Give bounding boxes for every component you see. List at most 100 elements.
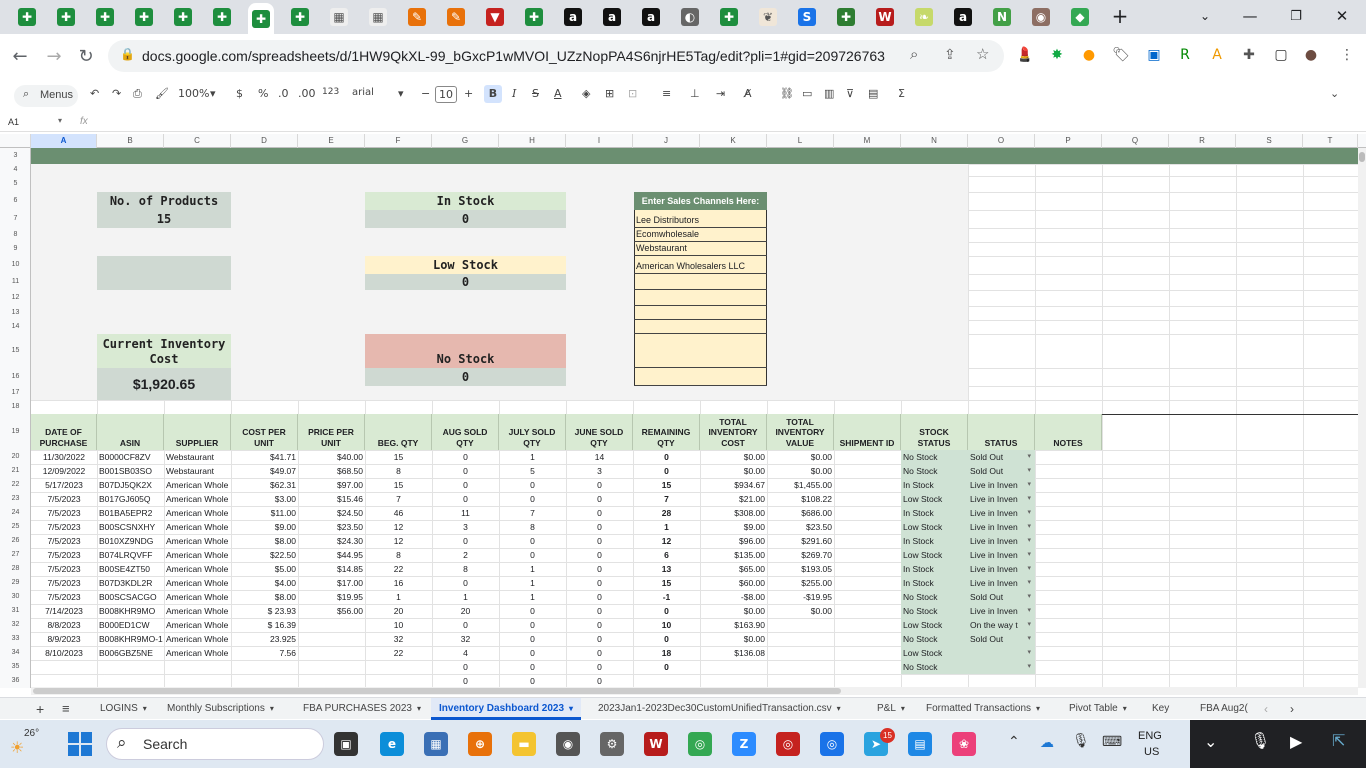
chrome-profile-icon[interactable]: ◎ [776,732,800,756]
column-header[interactable]: T [1303,134,1358,148]
zoom-select[interactable]: 100% [178,87,209,100]
sheet-tab[interactable]: FBA PURCHASES 2023 ▾ [303,698,421,720]
browser-tab[interactable]: ✚ [209,5,235,29]
row-header[interactable]: 13 [0,306,31,320]
status-dropdown[interactable]: Live in Inven [968,562,1035,576]
menus-search[interactable]: ⌕ Menus [14,85,78,107]
channel-entry[interactable] [634,368,767,386]
status-dropdown[interactable]: Live in Inven [968,492,1035,506]
task-view-icon[interactable]: ▣ [334,732,358,756]
row-header[interactable]: 12 [0,290,31,306]
status-dropdown[interactable]: Live in Inven [968,576,1035,590]
column-header[interactable]: S [1236,134,1303,148]
row-header[interactable]: 17 [0,386,31,400]
column-header[interactable]: D [231,134,298,148]
back-icon[interactable]: ← [8,44,32,68]
decrease-decimal[interactable]: .0 [278,87,289,100]
table-cell[interactable] [968,674,1035,688]
chevron-down-icon[interactable]: ▾ [58,116,62,125]
puzzle-icon[interactable]: ✚ [1240,46,1258,64]
sheet-grid[interactable]: No. of Products 15 Current Inventory Cost $1… [31,148,1358,688]
scroll-left-icon[interactable]: ‹ [1264,698,1268,720]
comment-icon[interactable]: ▭ [802,87,812,100]
row-header[interactable]: 8 [0,228,31,242]
status-dropdown[interactable]: Sold Out [968,464,1035,478]
rs-icon[interactable]: R [1176,46,1194,64]
browser-tab[interactable]: S [794,5,820,29]
browser-tab[interactable]: a [599,5,625,29]
status-dropdown[interactable] [968,660,1035,674]
text-color-icon[interactable]: A [554,87,562,100]
bold-icon[interactable]: B [484,85,502,103]
row-header[interactable]: 20 [0,450,31,464]
column-header[interactable]: H [499,134,566,148]
more-menu-icon[interactable]: ⋮ [1338,46,1356,64]
redo-icon[interactable]: ↷ [112,87,121,100]
row-header[interactable]: 19 [0,414,31,450]
sheet-tab[interactable]: 2023Jan1-2023Dec30CustomUnifiedTransacti… [598,698,841,720]
column-header[interactable]: K [700,134,767,148]
row-header[interactable]: 15 [0,334,31,368]
browser-tab[interactable]: ❦ [755,5,781,29]
filter-views-icon[interactable]: ▤ [868,87,878,100]
mcafee-icon[interactable]: ⊕ [468,732,492,756]
channel-entry[interactable] [634,274,767,290]
extension-x-icon[interactable]: ✸ [1048,46,1066,64]
channel-entry[interactable] [634,306,767,320]
column-header[interactable]: A [31,134,97,148]
column-header[interactable]: J [633,134,700,148]
row-header[interactable]: 35 [0,660,31,674]
row-header[interactable]: 31 [0,604,31,618]
status-dropdown[interactable]: Sold Out [968,450,1035,464]
row-header[interactable]: 33 [0,632,31,646]
chrome-profile-icon[interactable]: ◎ [820,732,844,756]
percent-format[interactable]: % [258,87,268,100]
print-icon[interactable]: ⎙ [133,87,142,101]
share-icon[interactable]: ⇪ [944,46,956,63]
photos-icon[interactable]: ❀ [952,732,976,756]
row-header[interactable]: 27 [0,548,31,562]
fba-icon[interactable]: ▣ [1145,46,1163,64]
column-header[interactable]: O [968,134,1035,148]
link-icon[interactable]: ⛓ [780,87,794,100]
browser-tab[interactable]: ✎ [443,5,469,29]
row-header[interactable]: 10 [0,256,31,274]
browser-tab[interactable]: ✎ [404,5,430,29]
onedrive-icon[interactable]: ☁ [1040,734,1054,751]
windows-start-icon[interactable] [68,732,92,756]
wrap-icon[interactable]: ⇥ [716,87,725,100]
mic-off-icon[interactable]: 🎙 [1250,731,1270,751]
column-header[interactable]: I [566,134,633,148]
new-tab-button[interactable]: + [1100,4,1140,28]
present-icon[interactable]: ⇱ [1332,731,1345,751]
row-header[interactable]: 22 [0,478,31,492]
forward-icon[interactable]: → [42,44,66,68]
cell-reference[interactable]: A1 [8,117,19,127]
sheet-tab[interactable]: LOGINS ▾ [100,698,147,720]
all-sheets-icon[interactable]: ≡ [62,698,70,720]
browser-tab[interactable]: ✚ [287,5,313,29]
row-header[interactable]: 21 [0,464,31,478]
font-size-input[interactable]: 10 [435,86,457,103]
status-dropdown[interactable]: Live in Inven [968,604,1035,618]
status-dropdown[interactable]: Live in Inven [968,520,1035,534]
chrome-icon[interactable]: ◎ [688,732,712,756]
taskbar-search[interactable]: ⌕ Search [106,728,324,760]
status-dropdown[interactable]: Live in Inven [968,534,1035,548]
status-dropdown[interactable]: Sold Out [968,590,1035,604]
language-region[interactable]: US [1144,746,1159,758]
zoom-icon[interactable]: ⌕ [910,46,918,63]
column-header[interactable]: E [298,134,365,148]
channel-entry[interactable]: American Wholesalers LLC [634,256,767,274]
vertical-scrollbar[interactable] [1358,148,1366,688]
valign-icon[interactable]: ⊥ [690,87,700,100]
undo-icon[interactable]: ↶ [90,87,99,100]
channel-entry[interactable] [634,334,767,368]
channel-entry[interactable] [634,320,767,334]
sheet-tab[interactable]: Monthly Subscriptions ▾ [167,698,274,720]
calculator-icon[interactable]: ▦ [424,732,448,756]
filter-icon[interactable]: ⊽ [846,87,854,100]
status-dropdown[interactable] [968,646,1035,660]
browser-tab[interactable]: ✚ [170,5,196,29]
microphone-icon[interactable]: 🎙 [1072,732,1090,749]
